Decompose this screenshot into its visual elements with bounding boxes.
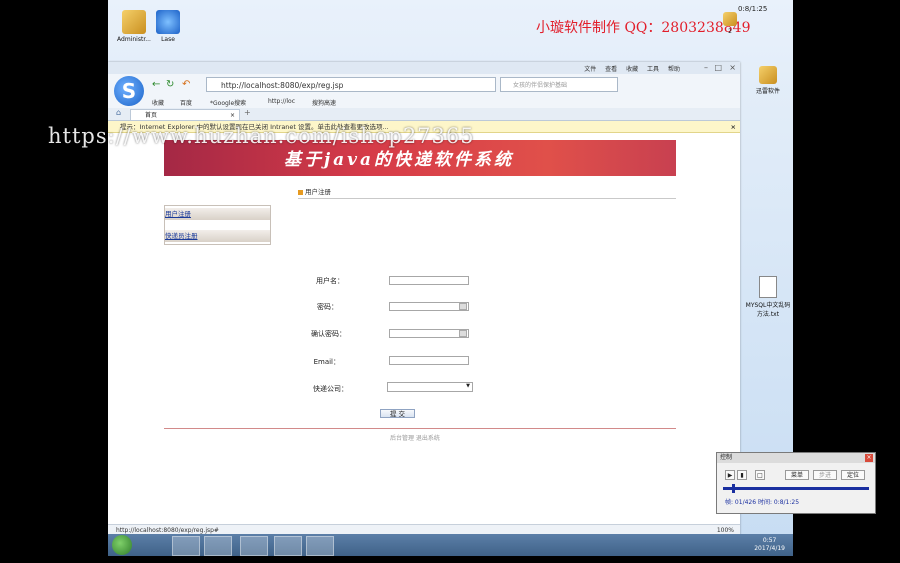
fav-item-localhost[interactable]: http://loc (268, 98, 295, 105)
tab-bar: ⌂ 首页 × + (108, 108, 740, 121)
taskbar-app-icon[interactable] (204, 536, 232, 556)
browser-titlebar: 文件 查看 收藏 工具 帮助 – □ × (108, 62, 740, 74)
text-file-icon (759, 276, 777, 298)
browser-navbar: S ← ↻ ↶ http://localhost:8080/exp/reg.js… (108, 74, 740, 106)
overlay-watermark: https://www.huzhan.com/ishop27365 (48, 124, 475, 148)
taskbar-clock[interactable]: 0:57 2017/4/19 (754, 537, 785, 553)
menu-favorites[interactable]: 收藏 (626, 66, 638, 73)
fav-item-baidu[interactable]: 百度 (180, 98, 192, 107)
home-icon[interactable]: ⌂ (116, 108, 121, 117)
undo-icon[interactable]: ↶ (182, 79, 190, 90)
network-globe-icon (156, 10, 180, 34)
control-info: 帧: 01/426 时间: 0:8/1:25 (725, 499, 800, 506)
sidebar: 用户注册 快递员注册 (164, 205, 271, 245)
control-close-icon[interactable]: × (865, 454, 873, 462)
keyboard-icon[interactable] (459, 330, 467, 337)
password-input[interactable] (389, 302, 469, 311)
control-panel: 控制 × ▶ ▮ □ 菜单 步进 定位 帧: 01/426 时间: 0:8/1:… (716, 452, 876, 514)
bullet-icon (298, 189, 303, 195)
sogou-logo-icon: S (114, 76, 144, 106)
banner-title: 基于java的快递软件系统 (284, 150, 515, 170)
password-label: 密码： (317, 303, 338, 311)
menu-tools[interactable]: 工具 (647, 66, 659, 73)
form-heading: 用户注册 (298, 186, 331, 196)
play-icon[interactable]: ▶ (725, 470, 735, 480)
search-input[interactable]: 女孩的伴侣保护基础 (500, 77, 618, 92)
heading-divider (298, 198, 676, 199)
step-button[interactable]: 步进 (813, 470, 837, 480)
tab-close-icon[interactable]: × (230, 110, 235, 121)
favorites-bar: 收藏 百度 *Google搜索 http://loc 搜狗高速 (108, 96, 740, 108)
fav-item-collect[interactable]: 收藏 (152, 98, 164, 107)
chevron-down-icon: ▼ (466, 383, 470, 389)
footer-divider (164, 428, 676, 429)
pause-icon[interactable]: ▮ (737, 470, 747, 480)
company-select[interactable]: ▼ (387, 382, 473, 392)
progress-thumb[interactable] (731, 484, 735, 493)
address-bar[interactable]: http://localhost:8080/exp/reg.jsp (206, 77, 496, 92)
desktop-icon-xunlei[interactable]: 迅雷软件 (744, 66, 792, 95)
taskbar-explorer-icon[interactable] (172, 536, 200, 556)
back-arrow-icon[interactable]: ← (152, 79, 160, 90)
taskbar-eclipse-icon[interactable] (274, 536, 302, 556)
menu-view[interactable]: 查看 (605, 66, 617, 73)
menu-file[interactable]: 文件 (584, 66, 596, 73)
maximize-icon[interactable]: □ (714, 63, 722, 72)
fav-item-google[interactable]: *Google搜索 (210, 98, 246, 107)
taskbar: 0:57 2017/4/19 (108, 534, 793, 556)
tab-home[interactable]: 首页 × (130, 109, 240, 120)
desktop-icon-mysql-txt[interactable]: MYSQL中文乱码方法.txt (744, 276, 792, 318)
keyboard-icon[interactable] (459, 303, 467, 310)
email-input[interactable] (389, 356, 469, 365)
new-tab-icon[interactable]: + (244, 108, 251, 117)
confirm-password-label: 确认密码： (311, 330, 346, 338)
desktop-icon-lase[interactable]: Lase (144, 10, 192, 43)
sidebar-item-user-register[interactable]: 用户注册 (165, 208, 270, 220)
confirm-password-input[interactable] (389, 329, 469, 338)
locate-button[interactable]: 定位 (841, 470, 865, 480)
folder-icon (723, 12, 737, 26)
folder-icon (759, 66, 777, 84)
taskbar-tool-icon[interactable] (240, 536, 268, 556)
menu-button[interactable]: 菜单 (785, 470, 809, 480)
menu-help[interactable]: 帮助 (668, 66, 680, 73)
username-input[interactable] (389, 276, 469, 285)
taskbar-sogou-browser-icon[interactable] (306, 536, 334, 556)
stop-icon[interactable]: □ (755, 470, 765, 480)
company-label: 快递公司： (313, 385, 348, 393)
progress-track[interactable] (723, 487, 869, 490)
start-button[interactable] (112, 535, 132, 555)
submit-button[interactable]: 提 交 (380, 409, 415, 418)
minimize-icon[interactable]: – (704, 63, 708, 72)
close-icon[interactable]: × (729, 63, 736, 72)
refresh-icon[interactable]: ↻ (166, 79, 174, 90)
username-label: 用户名： (316, 277, 344, 285)
desktop-icon-2[interactable]: 2 (706, 12, 754, 35)
infobar-close-icon[interactable]: × (731, 121, 736, 133)
browser-menu: 文件 查看 收藏 工具 帮助 (577, 64, 680, 73)
page-content: 基于java的快递软件系统 用户注册 用户注册 快递员注册 用户名： 密码： 确… (108, 134, 740, 524)
sidebar-item-courier-register[interactable]: 快递员注册 (165, 230, 270, 242)
fav-item-sogou[interactable]: 搜狗高速 (312, 98, 336, 107)
footer-links[interactable]: 后台管理 退出系统 (390, 433, 440, 442)
email-label: Email： (313, 358, 340, 366)
control-title: 控制 (717, 453, 875, 463)
admin-folder-icon (122, 10, 146, 34)
